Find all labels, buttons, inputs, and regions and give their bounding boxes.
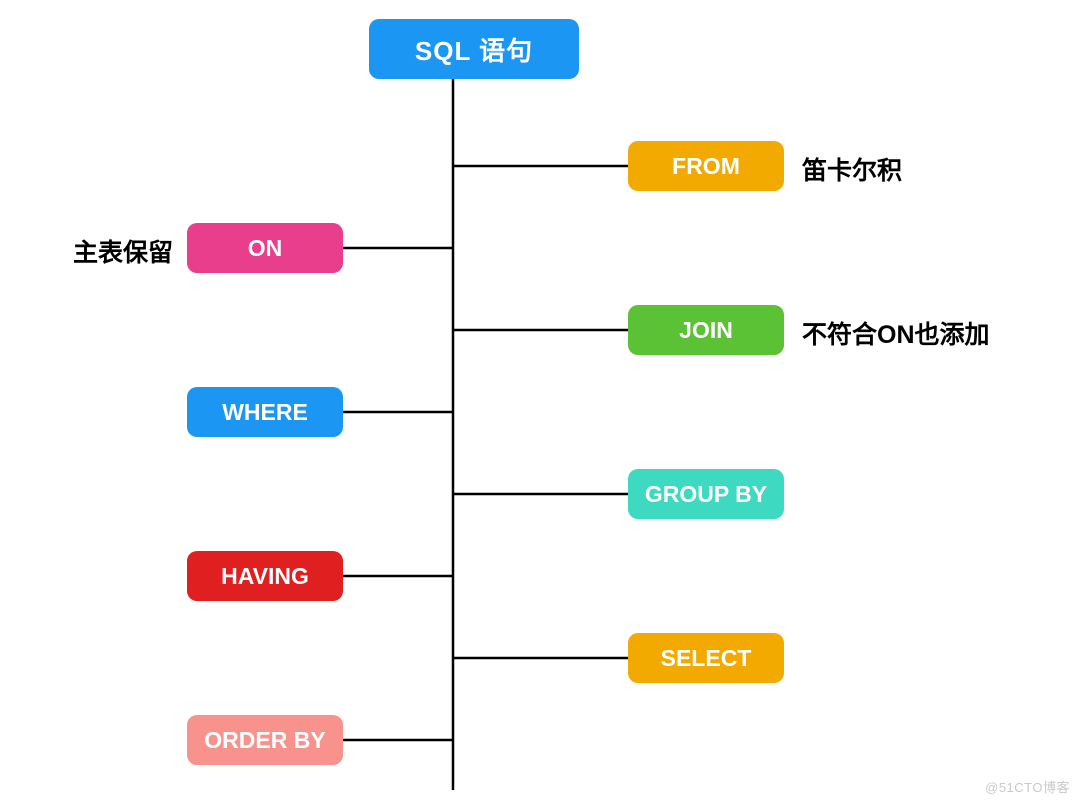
node-orderby: ORDER BY (187, 715, 343, 765)
node-select: SELECT (628, 633, 784, 683)
note-from: 笛卡尔积 (802, 151, 902, 187)
node-on: ON (187, 223, 343, 273)
root-node-sql-statement: SQL 语句 (369, 19, 579, 79)
node-where: WHERE (187, 387, 343, 437)
note-join: 不符合ON也添加 (802, 315, 990, 351)
node-having: HAVING (187, 551, 343, 601)
diagram-stage: SQL 语句 FROM 笛卡尔积 ON 主表保留 JOIN 不符合ON也添加 W… (0, 0, 1080, 802)
node-join: JOIN (628, 305, 784, 355)
connector-lines (0, 0, 1080, 802)
node-groupby: GROUP BY (628, 469, 784, 519)
node-from: FROM (628, 141, 784, 191)
note-on: 主表保留 (73, 233, 173, 269)
watermark: @51CTO博客 (985, 777, 1070, 796)
